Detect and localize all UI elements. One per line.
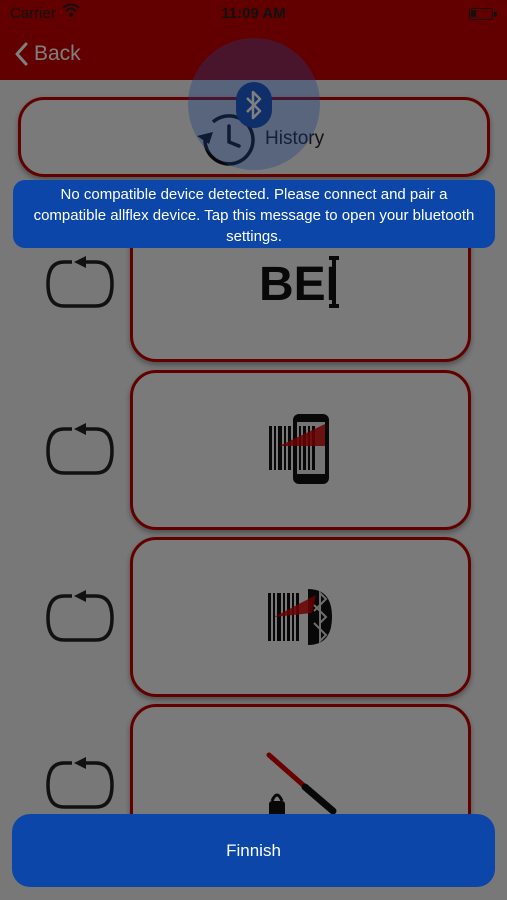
reset-icon[interactable] — [44, 588, 116, 651]
back-label: Back — [34, 42, 81, 65]
bei-logo-text: BEI — [259, 258, 339, 311]
no-device-banner[interactable]: No compatible device detected. Please co… — [13, 180, 495, 248]
reset-icon[interactable] — [44, 755, 116, 818]
bluetooth-icon[interactable] — [236, 82, 272, 128]
battery-icon — [469, 8, 493, 20]
battery-tip — [494, 12, 497, 17]
device-option-bluetooth-scanner[interactable] — [130, 537, 471, 697]
status-time: 11:09 AM — [221, 5, 286, 22]
status-bar: Carrier 11:09 AM — [0, 0, 507, 28]
app-screen: Carrier 11:09 AM Back History BEI No com… — [0, 0, 507, 900]
reset-icon[interactable] — [44, 254, 116, 317]
back-button[interactable]: Back — [14, 40, 81, 68]
phone-barcode-scanner-icon — [268, 414, 329, 484]
bei-logo-icon: BEI — [259, 256, 339, 311]
finish-label: Finnish — [226, 840, 281, 860]
device-option-phone-scanner[interactable] — [130, 370, 471, 530]
chevron-left-icon — [15, 42, 28, 66]
finish-button[interactable]: Finnish — [12, 814, 495, 887]
reset-icon[interactable] — [44, 421, 116, 484]
wand-reader-icon — [266, 752, 336, 819]
bluetooth-barcode-scanner-icon — [267, 589, 332, 645]
